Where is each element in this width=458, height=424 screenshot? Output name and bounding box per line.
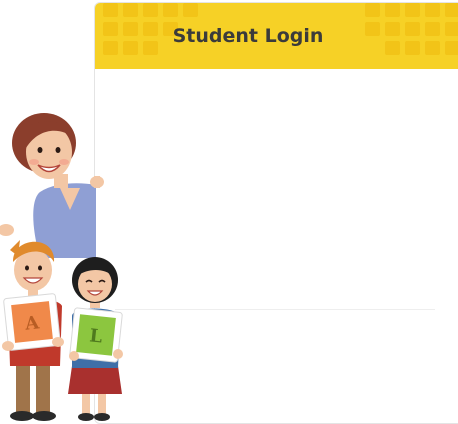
teacher-figure [12, 113, 104, 258]
card-divider [115, 309, 435, 310]
page-title: Student Login [172, 25, 324, 47]
boy-figure: A [2, 240, 64, 421]
card-header: Student Login [95, 3, 458, 69]
sign-letter-l: L [88, 325, 103, 347]
teacher-and-kids-illustration: A L [0, 113, 123, 421]
girl-figure: L [68, 257, 123, 421]
